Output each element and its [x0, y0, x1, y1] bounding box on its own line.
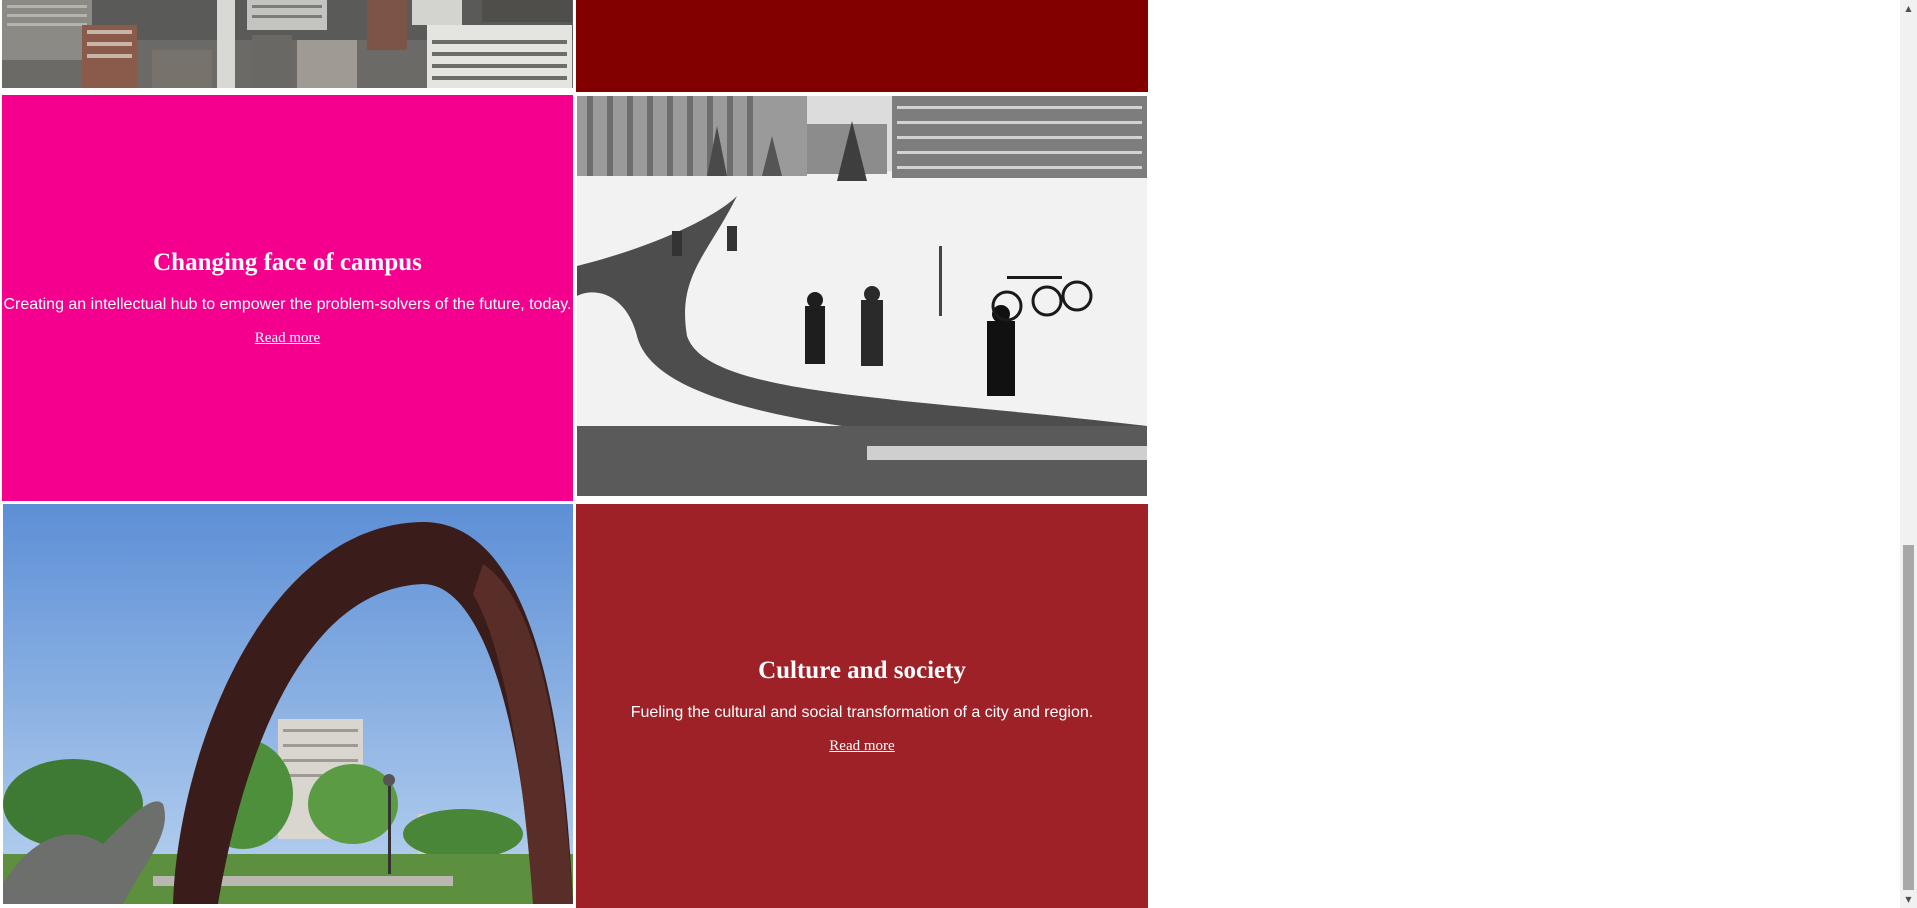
culture-feature-tile: Culture and society Fueling the cultural… [576, 504, 1148, 908]
top-right-color-block [576, 0, 1148, 92]
campus-feature-description: Creating an intellectual hub to empower … [3, 295, 572, 313]
scroll-up-arrow-icon[interactable]: ▲ [1900, 0, 1917, 17]
campus-feature-title: Changing face of campus [153, 249, 422, 277]
campus-feature-tile: Changing face of campus Creating an inte… [2, 95, 573, 501]
culture-read-more-link[interactable]: Read more [829, 738, 894, 755]
culture-feature-title: Culture and society [758, 657, 966, 685]
campus-read-more-link[interactable]: Read more [255, 330, 320, 347]
scroll-thumb[interactable] [1903, 545, 1914, 890]
page: Changing face of campus Creating an inte… [0, 0, 1917, 908]
culture-feature-description: Fueling the cultural and social transfor… [630, 703, 1094, 721]
arch-sculpture-image [3, 504, 573, 904]
winter-campus-image [577, 96, 1147, 496]
vertical-scrollbar[interactable]: ▲ ▼ [1900, 0, 1917, 908]
city-aerial-image [2, 0, 573, 88]
scroll-down-arrow-icon[interactable]: ▼ [1900, 891, 1917, 908]
